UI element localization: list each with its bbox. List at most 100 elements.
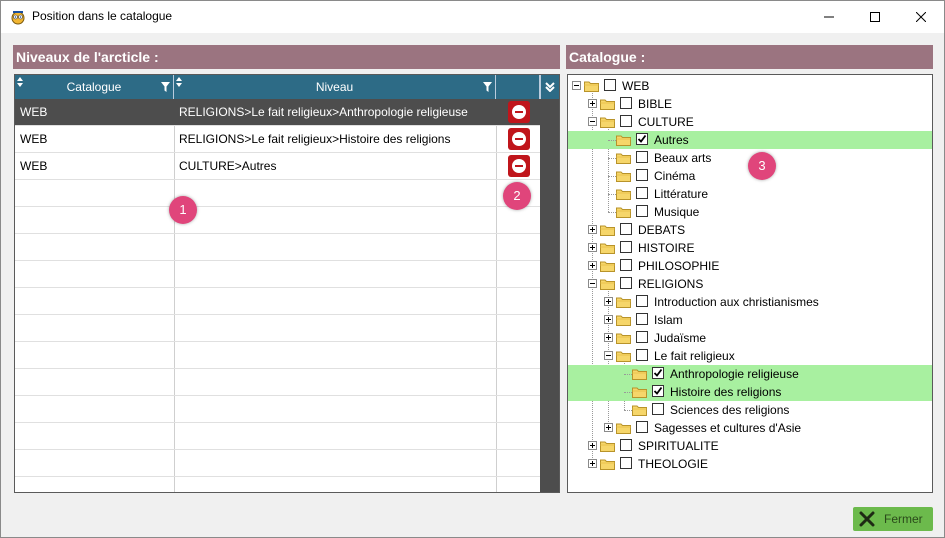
tree-node[interactable]: Sciences des religions [568,401,932,419]
expand-icon[interactable] [588,441,597,450]
tree-node[interactable]: Introduction aux christianismes [568,293,932,311]
tree-checkbox[interactable] [636,295,648,307]
tree-node-label: Anthropologie religieuse [670,367,799,381]
tree-checkbox[interactable] [636,349,648,361]
tree-node[interactable]: Anthropologie religieuse [568,365,932,383]
expand-icon[interactable] [588,99,597,108]
tree-node-label: BIBLE [638,97,673,111]
tree-node[interactable]: BIBLE [568,95,932,113]
sort-icon[interactable] [176,77,182,87]
maximize-button[interactable] [852,1,898,33]
tree-checkbox[interactable] [636,151,648,163]
folder-icon [632,368,647,380]
tree-node[interactable]: WEB [568,77,932,95]
tree-node[interactable]: DEBATS [568,221,932,239]
expand-icon[interactable] [588,243,597,252]
column-header-niveau[interactable]: Niveau [174,75,496,99]
tree-node[interactable]: Le fait religieux [568,347,932,365]
table-row[interactable]: WEB RELIGIONS>Le fait religieux>Anthropol… [15,99,540,126]
cell-niveau: CULTURE>Autres [179,159,277,173]
double-chevron-down-icon [545,82,555,92]
folder-icon [616,422,631,434]
tree-checkbox[interactable] [636,133,648,145]
tree-checkbox[interactable] [652,367,664,379]
tree-checkbox[interactable] [620,241,632,253]
collapse-icon[interactable] [604,351,613,360]
tree-checkbox[interactable] [636,169,648,181]
tree-node[interactable]: THEOLOGIE [568,455,932,473]
close-button[interactable]: Fermer [853,507,933,531]
tree-checkbox[interactable] [652,403,664,415]
tree-node[interactable]: HISTOIRE [568,239,932,257]
tree-checkbox[interactable] [620,97,632,109]
column-header-catalogue[interactable]: Catalogue [15,75,174,99]
maximize-icon [870,12,880,22]
dialog-window: Position dans le catalogue Niveaux de l'… [0,0,945,538]
expand-icon[interactable] [588,225,597,234]
expand-icon[interactable] [588,261,597,270]
expand-icon[interactable] [604,423,613,432]
folder-icon [616,170,631,182]
table-row [15,342,540,369]
left-panel-header: Niveaux de l'arcticle : [13,45,560,69]
tree-node-label: DEBATS [638,223,686,237]
expand-icon[interactable] [588,459,597,468]
tree-checkbox[interactable] [636,331,648,343]
close-window-button[interactable] [898,1,944,33]
tree-checkbox[interactable] [652,385,664,397]
catalogue-tree[interactable]: WEB BIBLE CULTURE Autres Beaux arts Cinéma Lit… [567,74,933,493]
tree-checkbox[interactable] [620,277,632,289]
tree-checkbox[interactable] [620,439,632,451]
open-folder-icon [616,350,631,362]
remove-level-button[interactable] [508,155,530,177]
tree-node[interactable]: Histoire des religions [568,383,932,401]
folder-icon [616,134,631,146]
expand-icon[interactable] [604,333,613,342]
tree-checkbox[interactable] [620,259,632,271]
vertical-scrollbar[interactable] [540,75,559,492]
table-row [15,477,540,492]
folder-icon [600,440,615,452]
tree-node[interactable]: PHILOSOPHIE [568,257,932,275]
tree-node-label: Le fait religieux [654,349,735,363]
minimize-button[interactable] [806,1,852,33]
tree-checkbox[interactable] [636,205,648,217]
tree-node[interactable]: Sagesses et cultures d'Asie [568,419,932,437]
table-row[interactable]: WEB CULTURE>Autres [15,153,540,180]
tree-node[interactable]: Littérature [568,185,932,203]
tree-node-label: Judaïsme [654,331,707,345]
collapse-icon[interactable] [588,279,597,288]
tree-checkbox[interactable] [620,115,632,127]
column-label-catalogue: Catalogue [66,80,122,94]
tree-checkbox[interactable] [636,313,648,325]
tree-checkbox[interactable] [620,223,632,235]
scroll-menu-button[interactable] [540,75,559,99]
remove-level-button[interactable] [508,128,530,150]
filter-icon[interactable] [483,82,492,92]
table-row[interactable]: WEB RELIGIONS>Le fait religieux>Histoire … [15,126,540,153]
tree-checkbox[interactable] [620,457,632,469]
grid-header: Catalogue Niveau [15,75,559,99]
tree-checkbox[interactable] [636,187,648,199]
folder-icon [616,206,631,218]
tree-checkbox[interactable] [604,79,616,91]
tree-node[interactable]: Autres [568,131,932,149]
tree-node[interactable]: CULTURE [568,113,932,131]
remove-level-button[interactable] [508,101,530,123]
tree-node[interactable]: RELIGIONS [568,275,932,293]
window-title: Position dans le catalogue [32,9,173,23]
collapse-icon[interactable] [572,81,581,90]
sort-icon[interactable] [17,77,23,87]
collapse-icon[interactable] [588,117,597,126]
expand-icon[interactable] [604,297,613,306]
expand-icon[interactable] [604,315,613,324]
tree-node[interactable]: Judaïsme [568,329,932,347]
tree-node[interactable]: SPIRITUALITE [568,437,932,455]
filter-icon[interactable] [161,82,170,92]
tree-checkbox[interactable] [636,421,648,433]
table-row [15,207,540,234]
tree-node[interactable]: Islam [568,311,932,329]
table-row [15,288,540,315]
folder-icon [616,296,631,308]
tree-node[interactable]: Musique [568,203,932,221]
